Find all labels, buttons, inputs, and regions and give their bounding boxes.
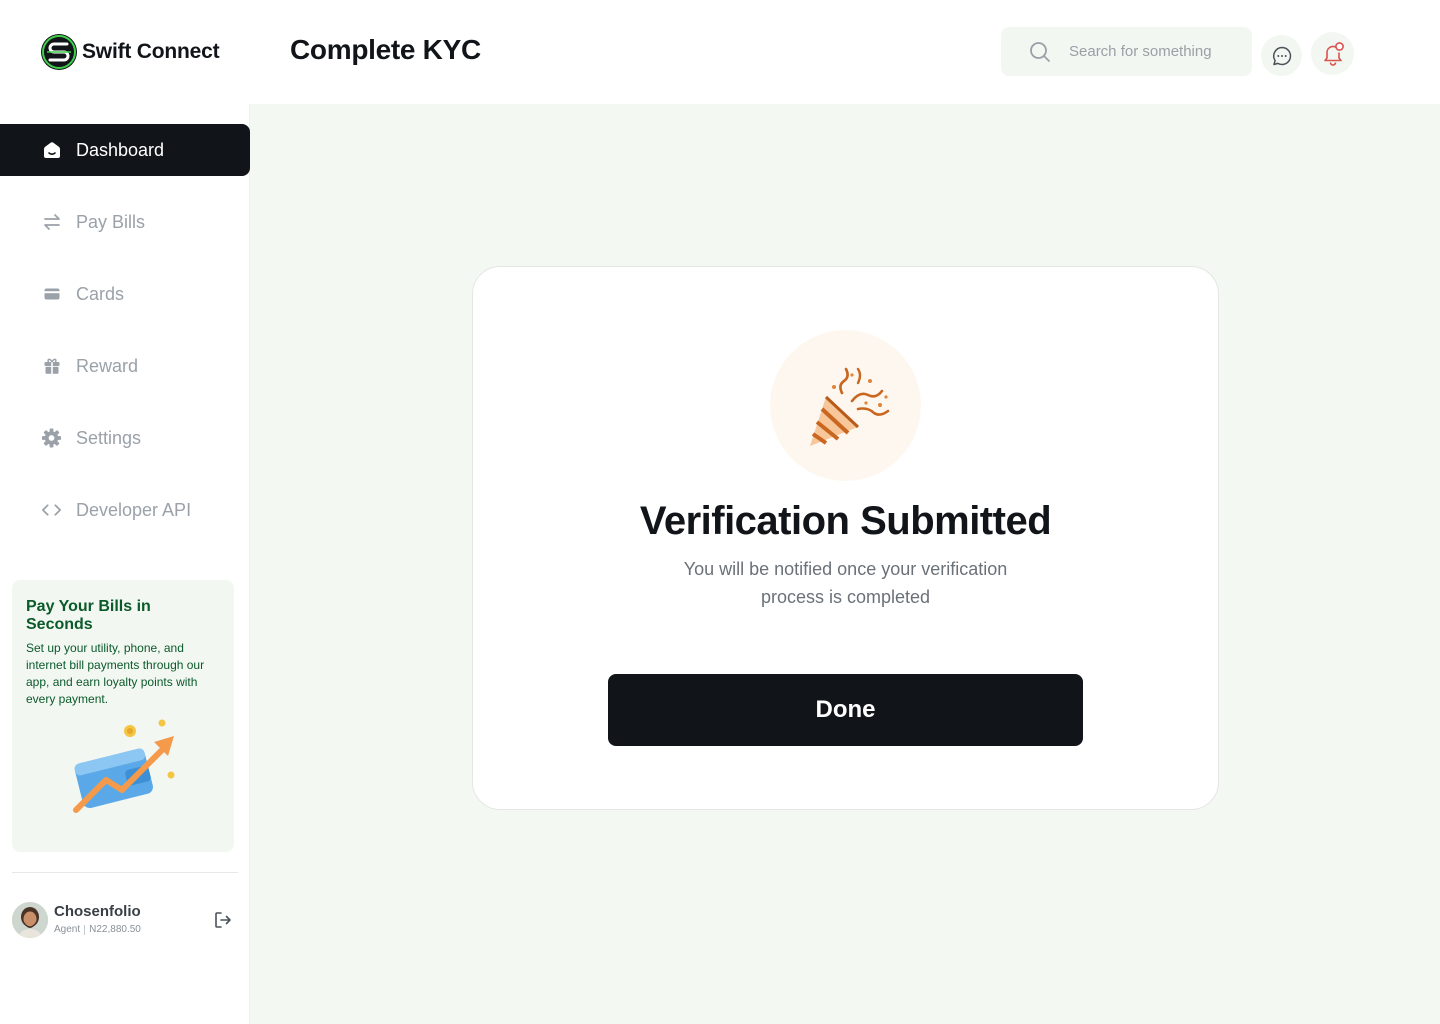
search-bar[interactable]: [1001, 27, 1252, 76]
promo-text: Set up your utility, phone, and internet…: [26, 641, 205, 706]
app-root: Swift Connect Complete KYC Search for so…: [0, 0, 1440, 1024]
success-badge: [770, 330, 921, 481]
promo-title: Pay Your Bills in Seconds: [26, 598, 151, 633]
brand-name: Swift Connect: [82, 40, 220, 63]
verification-modal: Verification Submitted You will be notif…: [472, 266, 1219, 810]
sidebar-item-label: Dashboard: [76, 139, 165, 160]
sidebar-item-label: Cards: [76, 283, 125, 304]
code-icon: [41, 500, 62, 521]
sidebar-item-label: Developer API: [76, 499, 192, 520]
user-name: Chosenfolio: [54, 903, 141, 920]
promo-card: Pay Your Bills in Seconds Set up your ut…: [12, 580, 234, 852]
brand-logo-icon: [41, 34, 77, 70]
search-input[interactable]: [1069, 43, 1239, 60]
modal-subtitle: You will be notified once your verificat…: [683, 559, 1008, 607]
transfer-arrows-icon: [41, 212, 62, 233]
messages-button[interactable]: [1261, 35, 1302, 76]
notifications-button[interactable]: [1311, 32, 1354, 75]
sidebar: Dashboard Pay Bills Cards Reward Setting…: [0, 104, 250, 1024]
user-balance: N22,880.50: [89, 924, 141, 935]
wallet-growth-illustration: [73, 719, 175, 813]
done-button[interactable]: Done: [608, 674, 1083, 746]
page-title: Complete KYC: [290, 34, 481, 65]
bell-icon: [1323, 41, 1344, 66]
sidebar-item-cards[interactable]: Cards: [0, 268, 250, 320]
gear-icon: [41, 428, 62, 449]
gift-icon: [41, 356, 62, 377]
sidebar-divider: [12, 872, 238, 873]
sidebar-item-label: Settings: [76, 427, 142, 448]
sidebar-item-dashboard[interactable]: Dashboard: [0, 124, 250, 176]
top-header: Swift Connect Complete KYC: [0, 0, 1440, 104]
sidebar-item-reward[interactable]: Reward: [0, 340, 250, 392]
user-role: Agent: [54, 924, 81, 935]
logout-icon[interactable]: [213, 910, 233, 930]
chat-icon: [1272, 46, 1291, 65]
party-popper-icon: [809, 367, 889, 446]
card-icon: [41, 284, 62, 305]
main-content: Verification Submitted You will be notif…: [250, 104, 1440, 1024]
search-icon: [1030, 41, 1050, 62]
user-profile[interactable]: Chosenfolio Agent N22,880.50: [12, 902, 238, 942]
brand[interactable]: Swift Connect: [40, 33, 220, 71]
avatar[interactable]: [12, 902, 48, 938]
modal-title: Verification Submitted: [639, 499, 1052, 543]
sidebar-item-developer-api[interactable]: Developer API: [0, 484, 250, 536]
user-meta: Agent N22,880.50: [54, 924, 141, 935]
meta-separator: [84, 925, 86, 935]
home-icon: [41, 140, 62, 161]
sidebar-item-settings[interactable]: Settings: [0, 412, 250, 464]
sidebar-item-label: Reward: [76, 355, 139, 376]
sidebar-item-label: Pay Bills: [76, 211, 146, 232]
sidebar-item-pay-bills[interactable]: Pay Bills: [0, 196, 250, 248]
